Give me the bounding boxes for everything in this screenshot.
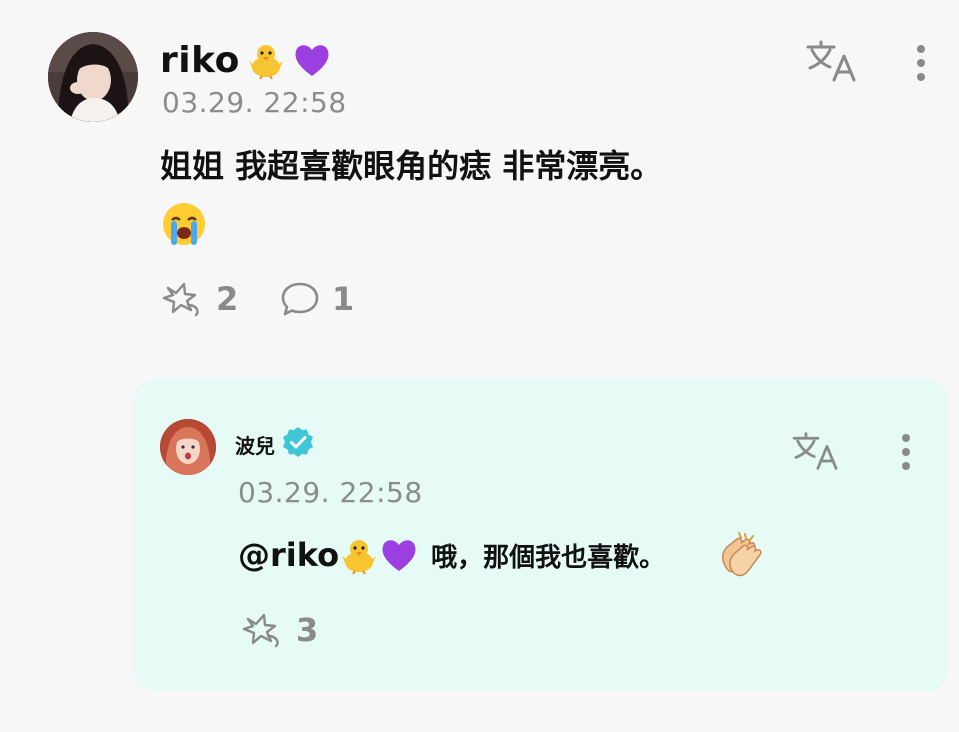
like-count: 2 xyxy=(216,280,239,318)
author-row: riko xyxy=(160,36,332,84)
baby-chick-emoji xyxy=(246,40,286,80)
purple-heart-emoji xyxy=(292,40,332,80)
like-button[interactable]: 2 xyxy=(160,280,238,318)
baby-chick-emoji xyxy=(339,535,379,575)
author-name[interactable]: riko xyxy=(160,40,240,81)
loudly-crying-face-emoji xyxy=(160,200,208,248)
comment-thread: riko 03.29. 22:58 姐姐 我超喜歡眼角的痣 非常漂亮。 2 1 … xyxy=(0,0,959,732)
avatar[interactable] xyxy=(48,32,138,122)
translate-icon xyxy=(806,40,856,82)
like-icon xyxy=(162,282,199,317)
comment: riko 03.29. 22:58 姐姐 我超喜歡眼角的痣 非常漂亮。 2 1 xyxy=(0,0,959,360)
clapping-hands-emoji xyxy=(715,531,763,579)
translate-button[interactable] xyxy=(804,38,860,84)
more-vertical-icon xyxy=(917,45,925,81)
reply-text: @riko 哦，那個我也喜歡。 xyxy=(238,531,763,579)
reply-timestamp: 03.29. 22:58 xyxy=(238,476,423,509)
reply-author-name[interactable]: 波兒 xyxy=(235,430,275,459)
comment-text: 姐姐 我超喜歡眼角的痣 非常漂亮。 xyxy=(160,147,663,185)
translate-icon xyxy=(792,432,838,470)
reply-body-text: 哦，那個我也喜歡。 xyxy=(431,542,666,573)
comment-bubble-icon xyxy=(281,282,319,316)
reply-like-button[interactable]: 3 xyxy=(240,611,318,649)
like-icon xyxy=(242,613,279,648)
verified-badge-icon xyxy=(281,425,315,463)
reply-like-count: 3 xyxy=(296,611,319,649)
mention-link[interactable]: @riko xyxy=(238,536,339,574)
reply-count: 1 xyxy=(332,280,355,318)
timestamp: 03.29. 22:58 xyxy=(162,86,347,119)
reply-avatar[interactable] xyxy=(160,419,216,475)
more-vertical-icon xyxy=(902,434,910,470)
reply-translate-button[interactable] xyxy=(790,430,842,472)
purple-heart-emoji xyxy=(379,535,419,575)
reply-button[interactable]: 1 xyxy=(280,280,354,318)
reply-card: 波兒 03.29. 22:58 @riko 哦，那個我也喜歡。 3 xyxy=(134,379,948,691)
reply-author-row: 波兒 xyxy=(235,427,315,461)
more-options-button[interactable] xyxy=(904,40,938,86)
reply-more-options-button[interactable] xyxy=(889,429,923,475)
